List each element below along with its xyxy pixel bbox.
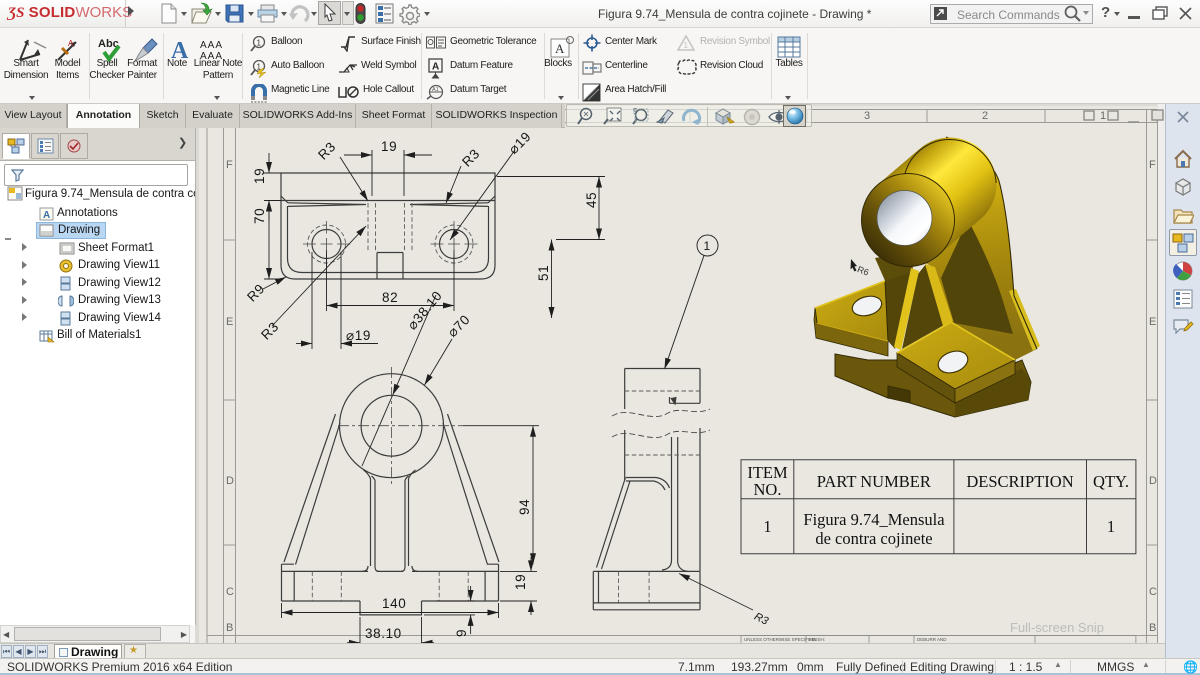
svg-text:2: 2: [982, 110, 988, 122]
svg-text:F: F: [1149, 159, 1156, 171]
svg-text:9: 9: [454, 629, 469, 637]
svg-text:1: 1: [704, 239, 711, 253]
svg-text:AAA: AAA: [200, 40, 223, 51]
svg-text:UNLESS OTHERWISE SPECIFIED:: UNLESS OTHERWISE SPECIFIED:: [744, 637, 817, 642]
svg-text:E: E: [1149, 316, 1156, 328]
svg-text:DESCRIPTION: DESCRIPTION: [966, 472, 1073, 491]
svg-text:D: D: [1149, 475, 1157, 487]
svg-text:B: B: [226, 622, 233, 634]
svg-text:A: A: [555, 41, 565, 56]
svg-text:51: 51: [536, 265, 551, 281]
svg-text:1: 1: [1100, 110, 1106, 122]
svg-text:1: 1: [257, 39, 262, 48]
svg-text:140: 140: [382, 596, 406, 611]
svg-text:F: F: [226, 159, 233, 171]
svg-text:⌀19: ⌀19: [346, 328, 371, 343]
svg-text:A: A: [68, 39, 74, 48]
svg-text:FINISH:: FINISH:: [809, 637, 825, 642]
svg-text:Full-screen Snip: Full-screen Snip: [1010, 620, 1104, 635]
svg-text:E: E: [226, 316, 233, 328]
svg-text:Figura 9.74_Mensula: Figura 9.74_Mensula: [803, 510, 945, 529]
svg-text:A: A: [432, 62, 439, 73]
svg-text:NO.: NO.: [754, 480, 782, 499]
svg-text:1: 1: [763, 517, 771, 536]
svg-text:DEBURR AND: DEBURR AND: [917, 637, 947, 642]
svg-text:1: 1: [1107, 517, 1115, 536]
svg-text:QTY.: QTY.: [1093, 472, 1129, 491]
svg-text:45: 45: [584, 192, 599, 208]
svg-text:38.10: 38.10: [365, 626, 402, 641]
svg-text:70: 70: [252, 208, 267, 224]
svg-text:C: C: [226, 586, 234, 598]
svg-text:B: B: [1149, 622, 1156, 634]
svg-text:D: D: [226, 475, 234, 487]
svg-text:19: 19: [381, 139, 397, 154]
svg-text:PART NUMBER: PART NUMBER: [817, 472, 931, 491]
svg-text:19: 19: [252, 168, 267, 184]
svg-text:19: 19: [513, 574, 528, 590]
svg-text:A1: A1: [432, 87, 439, 93]
svg-text:A: A: [43, 210, 50, 221]
svg-text:1: 1: [684, 41, 689, 50]
svg-text:82: 82: [382, 290, 398, 305]
svg-text:94: 94: [517, 499, 532, 515]
svg-text:C: C: [1149, 586, 1157, 598]
svg-text:de contra cojinete: de contra cojinete: [815, 529, 932, 548]
svg-text:3: 3: [864, 110, 870, 122]
